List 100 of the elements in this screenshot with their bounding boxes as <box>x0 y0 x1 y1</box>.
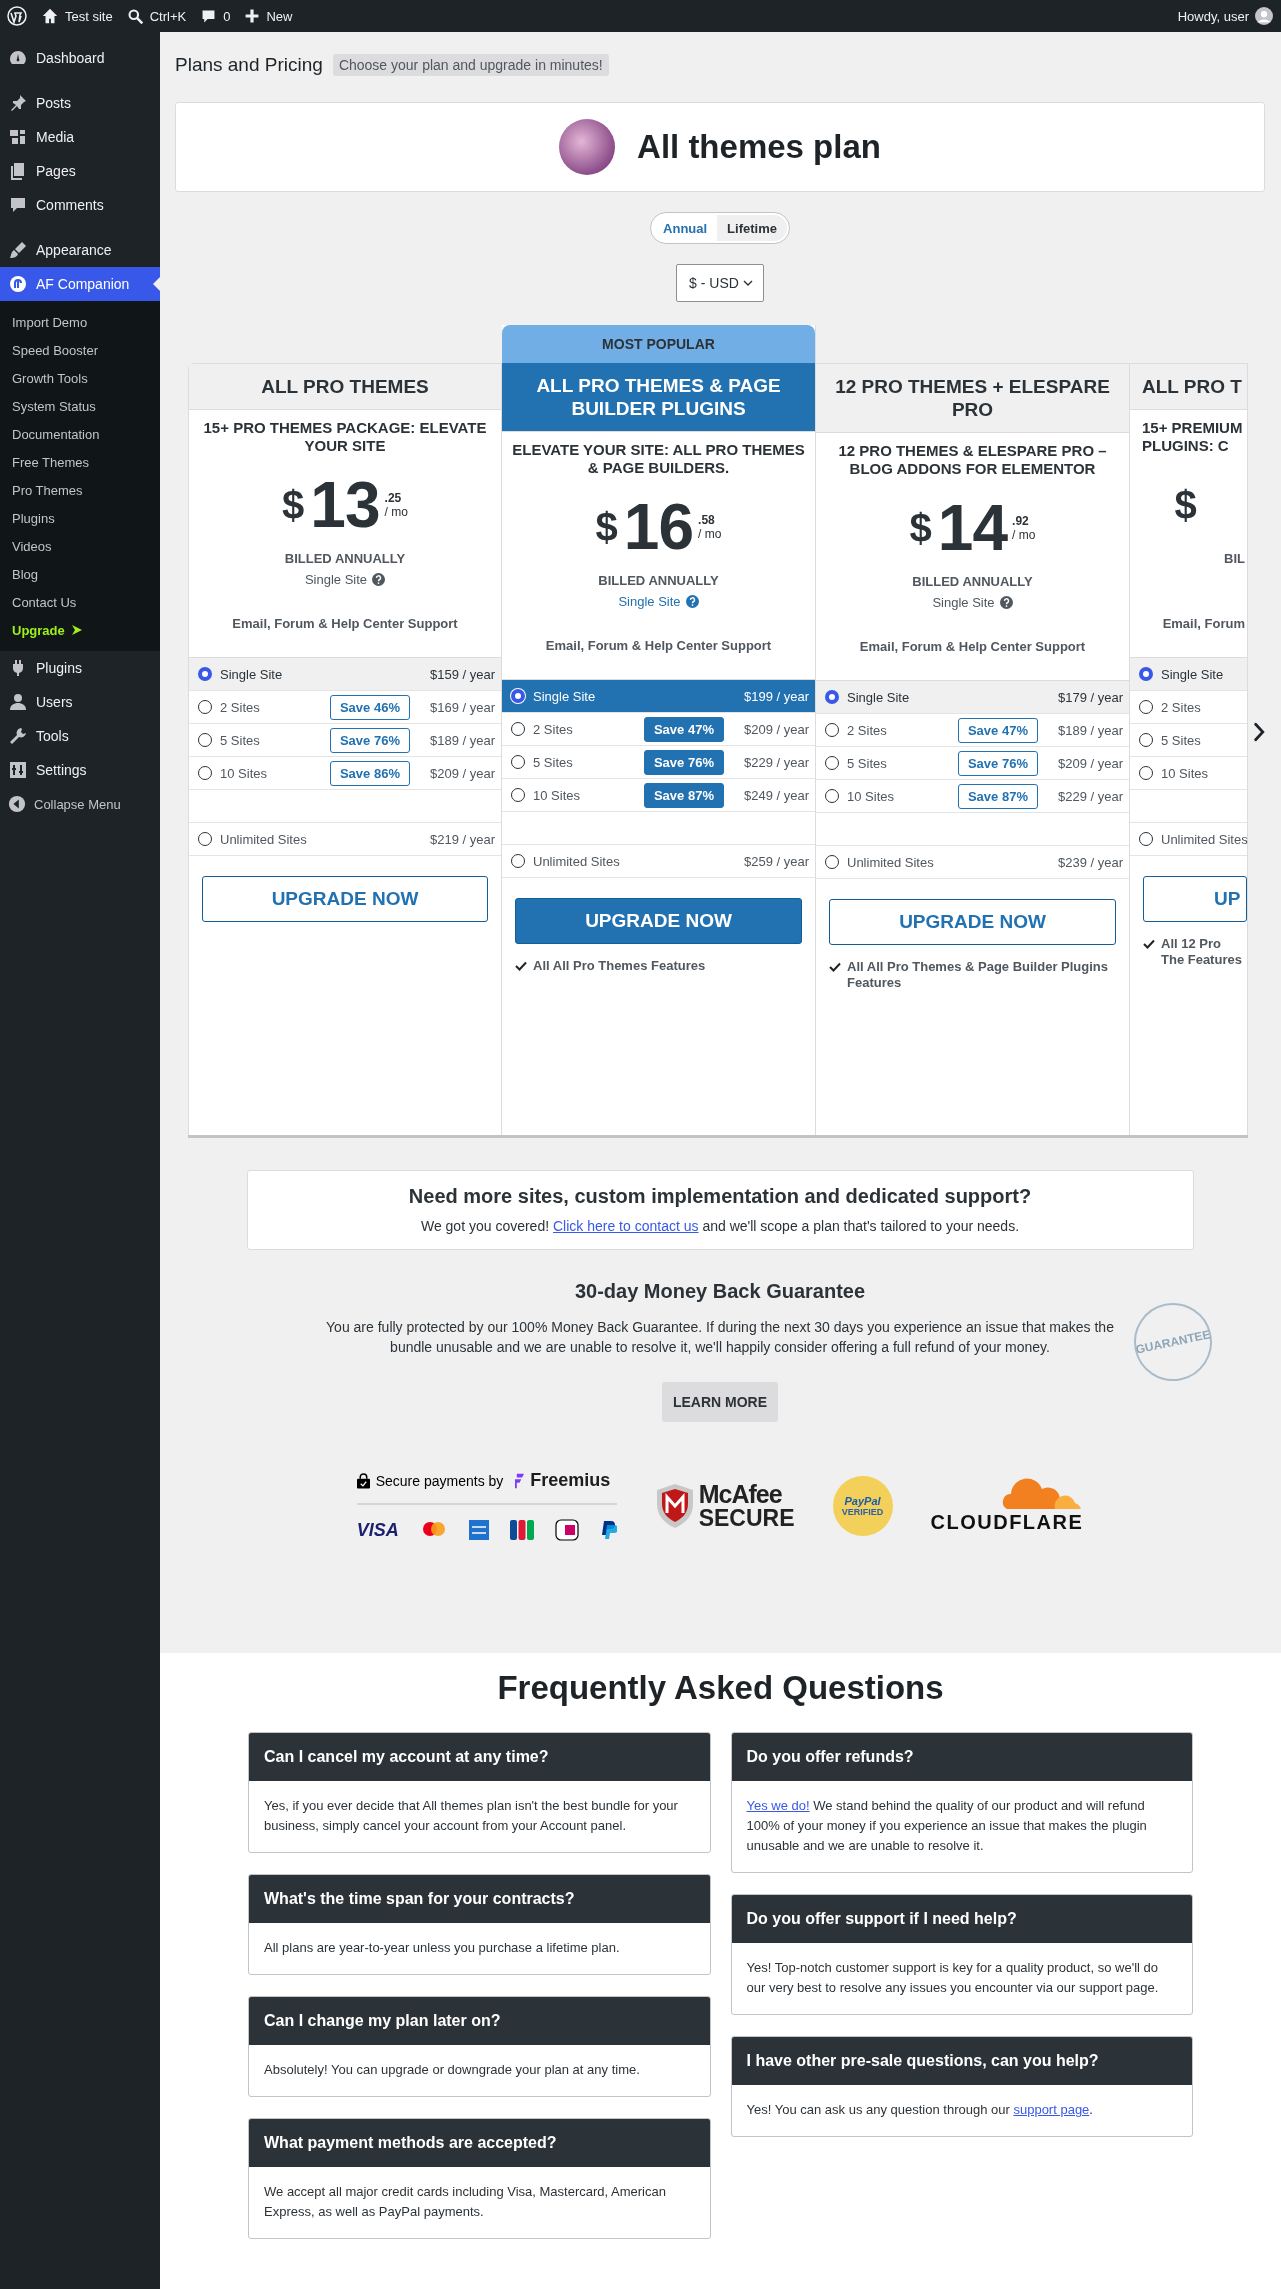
faq-answer: Yes! You can ask us any question through our support page. <box>745 2101 1094 2119</box>
submenu-item[interactable]: Free Themes <box>0 448 160 476</box>
product-title: All themes plan <box>637 128 881 166</box>
site-option[interactable]: 10 Sites <box>1130 757 1247 790</box>
ideal-logo-icon <box>555 1519 580 1541</box>
save-badge: Save 47% <box>643 716 724 742</box>
site-option[interactable]: Single Site $179 / year <box>816 681 1129 714</box>
house-icon <box>41 7 59 25</box>
upgrade-button[interactable]: UPGRADE NOW <box>515 898 802 944</box>
sidebar-item[interactable]: Posts <box>0 86 160 120</box>
radio-button[interactable] <box>511 722 525 736</box>
radio-button[interactable] <box>1139 832 1153 846</box>
radio-button[interactable] <box>825 690 839 704</box>
radio-button[interactable] <box>1139 667 1153 681</box>
radio-button[interactable] <box>825 723 839 737</box>
page-title: Plans and Pricing <box>175 54 323 76</box>
plan-subtitle: 15+ PREMIUM PLUGINS: C <box>1141 418 1244 455</box>
radio-button[interactable] <box>511 788 525 802</box>
radio-button[interactable] <box>198 733 212 747</box>
save-badge: Save 76% <box>329 727 410 753</box>
site-option[interactable]: 2 Sites Save 47% $209 / year <box>502 713 815 746</box>
sites-label: Single Site <box>932 594 995 610</box>
radio-button[interactable] <box>1139 700 1153 714</box>
submenu-item[interactable]: Speed Booster <box>0 336 160 364</box>
site-option[interactable]: Unlimited Sites $259 / year <box>502 845 815 878</box>
submenu-item[interactable]: Upgrade <box>0 616 160 644</box>
site-option[interactable]: Single Site <box>1130 658 1247 691</box>
radio-button[interactable] <box>825 855 839 869</box>
site-option[interactable]: 5 Sites <box>1130 724 1247 757</box>
help-icon[interactable] <box>999 595 1013 609</box>
help-icon[interactable] <box>372 572 386 586</box>
sidebar-item[interactable]: Dashboard <box>0 41 160 75</box>
sidebar-item[interactable]: Settings <box>0 753 160 787</box>
site-link[interactable]: Test site <box>41 7 113 25</box>
submenu-item[interactable]: Blog <box>0 560 160 588</box>
contact-link[interactable]: Click here to contact us <box>553 1218 699 1234</box>
radio-button[interactable] <box>825 789 839 803</box>
wordpress-logo-icon[interactable] <box>7 6 27 26</box>
sidebar-item[interactable]: Media <box>0 120 160 154</box>
sidebar-item[interactable]: Comments <box>0 188 160 222</box>
billing-tab[interactable]: Lifetime <box>717 215 787 241</box>
radio-button[interactable] <box>1139 733 1153 747</box>
submenu-item[interactable]: System Status <box>0 392 160 420</box>
sidebar-item[interactable]: Pages <box>0 154 160 188</box>
site-option[interactable]: Single Site $159 / year <box>189 658 501 691</box>
radio-button[interactable] <box>825 756 839 770</box>
site-option[interactable]: 2 Sites Save 46% $169 / year <box>189 691 501 724</box>
submenu-item[interactable]: Growth Tools <box>0 364 160 392</box>
site-option[interactable]: 5 Sites Save 76% $189 / year <box>189 724 501 757</box>
support-note: Email, Forum <box>1161 616 1246 632</box>
price-amount: 16 <box>623 490 694 564</box>
sidebar-item[interactable]: AF Companion <box>0 267 160 301</box>
sidebar-item[interactable]: Tools <box>0 719 160 753</box>
submenu-item[interactable]: Videos <box>0 532 160 560</box>
learn-more-button[interactable]: LEARN MORE <box>661 1382 779 1422</box>
radio-button[interactable] <box>511 755 525 769</box>
site-option[interactable]: Unlimited Sites $239 / year <box>816 846 1129 879</box>
feature-text: All All Pro Themes & Page Builder Plugins Features <box>847 959 1109 991</box>
site-option[interactable]: Unlimited Sites <box>1130 823 1247 856</box>
submenu-item[interactable]: Contact Us <box>0 588 160 616</box>
radio-button[interactable] <box>198 667 212 681</box>
answer-link[interactable]: Yes we do! <box>746 1798 810 1813</box>
collapse-menu-button[interactable]: Collapse Menu <box>0 787 160 821</box>
submenu-item[interactable]: Plugins <box>0 504 160 532</box>
billing-note: BILLED ANNUALLY <box>283 551 407 566</box>
search-icon <box>126 7 144 25</box>
faq-answer: Yes we do! We stand behind the quality of our product and will refund 100% of your money if you experience an issue that makes the plugin unusable and we are unable to resolve it. <box>745 1797 1148 1855</box>
radio-button[interactable] <box>198 766 212 780</box>
site-option[interactable]: Unlimited Sites $219 / year <box>189 823 501 856</box>
submenu-item[interactable]: Documentation <box>0 420 160 448</box>
currency-select[interactable]: $ - USD <box>676 264 764 302</box>
site-option[interactable]: 5 Sites Save 76% $209 / year <box>816 747 1129 780</box>
site-option[interactable]: 2 Sites Save 47% $189 / year <box>816 714 1129 747</box>
sidebar-item[interactable]: Appearance <box>0 233 160 267</box>
search-button[interactable]: Ctrl+K <box>126 7 187 25</box>
account-menu[interactable]: Howdy, user <box>1177 7 1273 25</box>
radio-button[interactable] <box>198 832 212 846</box>
site-option[interactable]: 10 Sites Save 87% $229 / year <box>816 780 1129 813</box>
billing-note: BILLED ANNUALLY <box>597 573 720 588</box>
new-link[interactable]: New <box>244 8 293 24</box>
site-option[interactable]: 2 Sites <box>1130 691 1247 724</box>
submenu-item[interactable]: Pro Themes <box>0 476 160 504</box>
sidebar-item[interactable]: Plugins <box>0 651 160 685</box>
comments-link[interactable]: 0 <box>200 7 231 25</box>
help-icon[interactable] <box>685 594 699 608</box>
site-option[interactable]: 5 Sites Save 76% $229 / year <box>502 746 815 779</box>
submenu-item[interactable]: Import Demo <box>0 308 160 336</box>
upgrade-button[interactable]: UP <box>1143 876 1247 922</box>
radio-button[interactable] <box>198 700 212 714</box>
sidebar-item[interactable]: Users <box>0 685 160 719</box>
site-option[interactable]: 10 Sites Save 86% $209 / year <box>189 757 501 790</box>
upgrade-button[interactable]: UPGRADE NOW <box>202 876 488 922</box>
site-option[interactable]: Single Site $199 / year <box>502 680 815 713</box>
radio-button[interactable] <box>511 854 525 868</box>
checkmark-icon <box>515 961 527 971</box>
upgrade-button[interactable]: UPGRADE NOW <box>829 899 1116 945</box>
price-period: / mo <box>698 527 722 541</box>
site-option[interactable]: 10 Sites Save 87% $249 / year <box>502 779 815 812</box>
radio-button[interactable] <box>511 689 525 703</box>
radio-button[interactable] <box>1139 766 1153 780</box>
